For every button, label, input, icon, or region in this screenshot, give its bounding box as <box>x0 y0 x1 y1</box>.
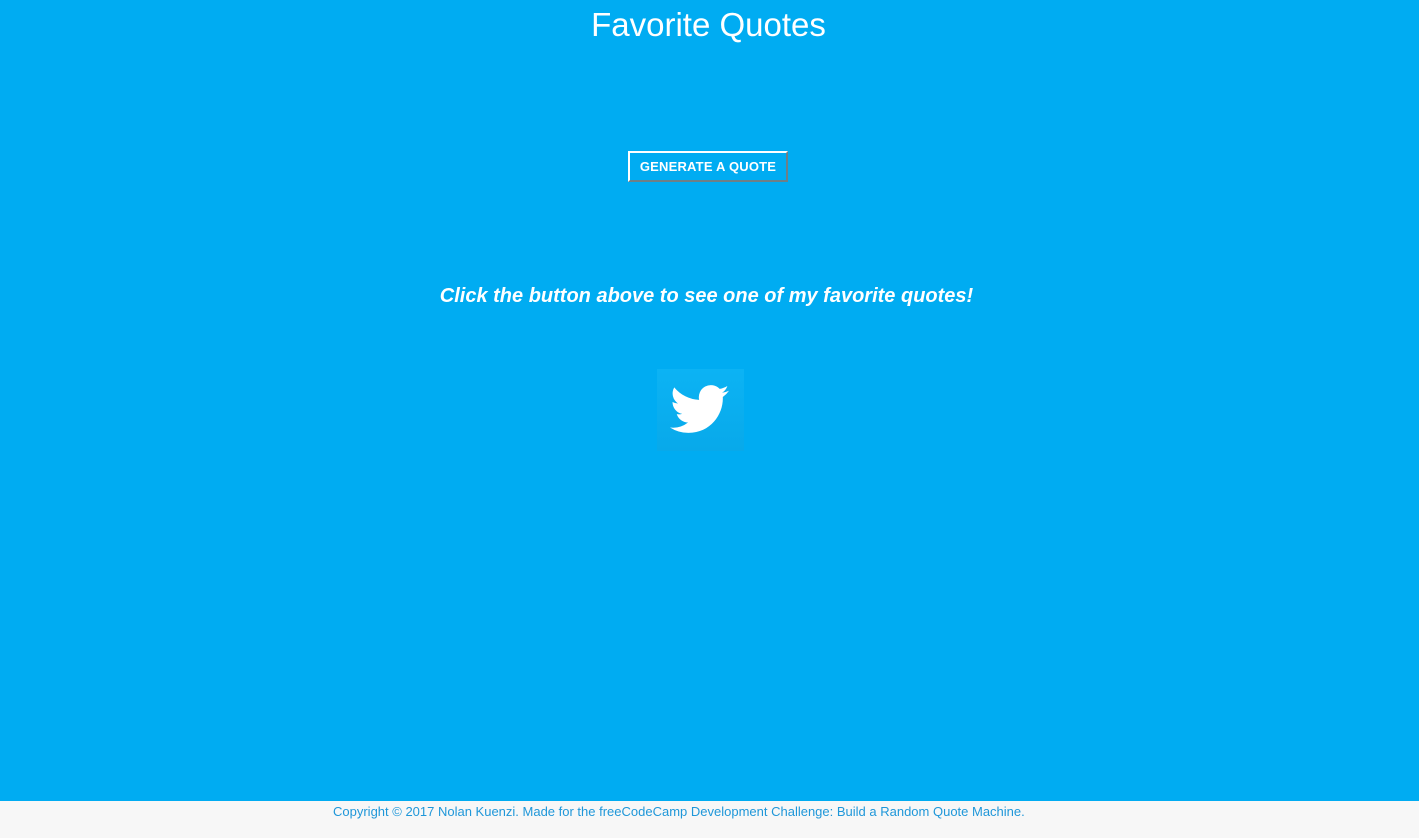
twitter-bird-icon <box>670 385 729 433</box>
page-title: Favorite Quotes <box>591 6 826 43</box>
footer: Copyright © 2017 Nolan Kuenzi. Made for … <box>0 801 1419 838</box>
main-panel: Favorite Quotes GENERATE A QUOTE Click t… <box>0 0 1419 801</box>
generate-quote-button[interactable]: GENERATE A QUOTE <box>628 151 788 182</box>
tweet-button[interactable] <box>657 369 744 451</box>
copyright-text: Copyright © 2017 Nolan Kuenzi. Made for … <box>333 804 1025 819</box>
quote-text: Click the button above to see one of my … <box>439 285 974 307</box>
